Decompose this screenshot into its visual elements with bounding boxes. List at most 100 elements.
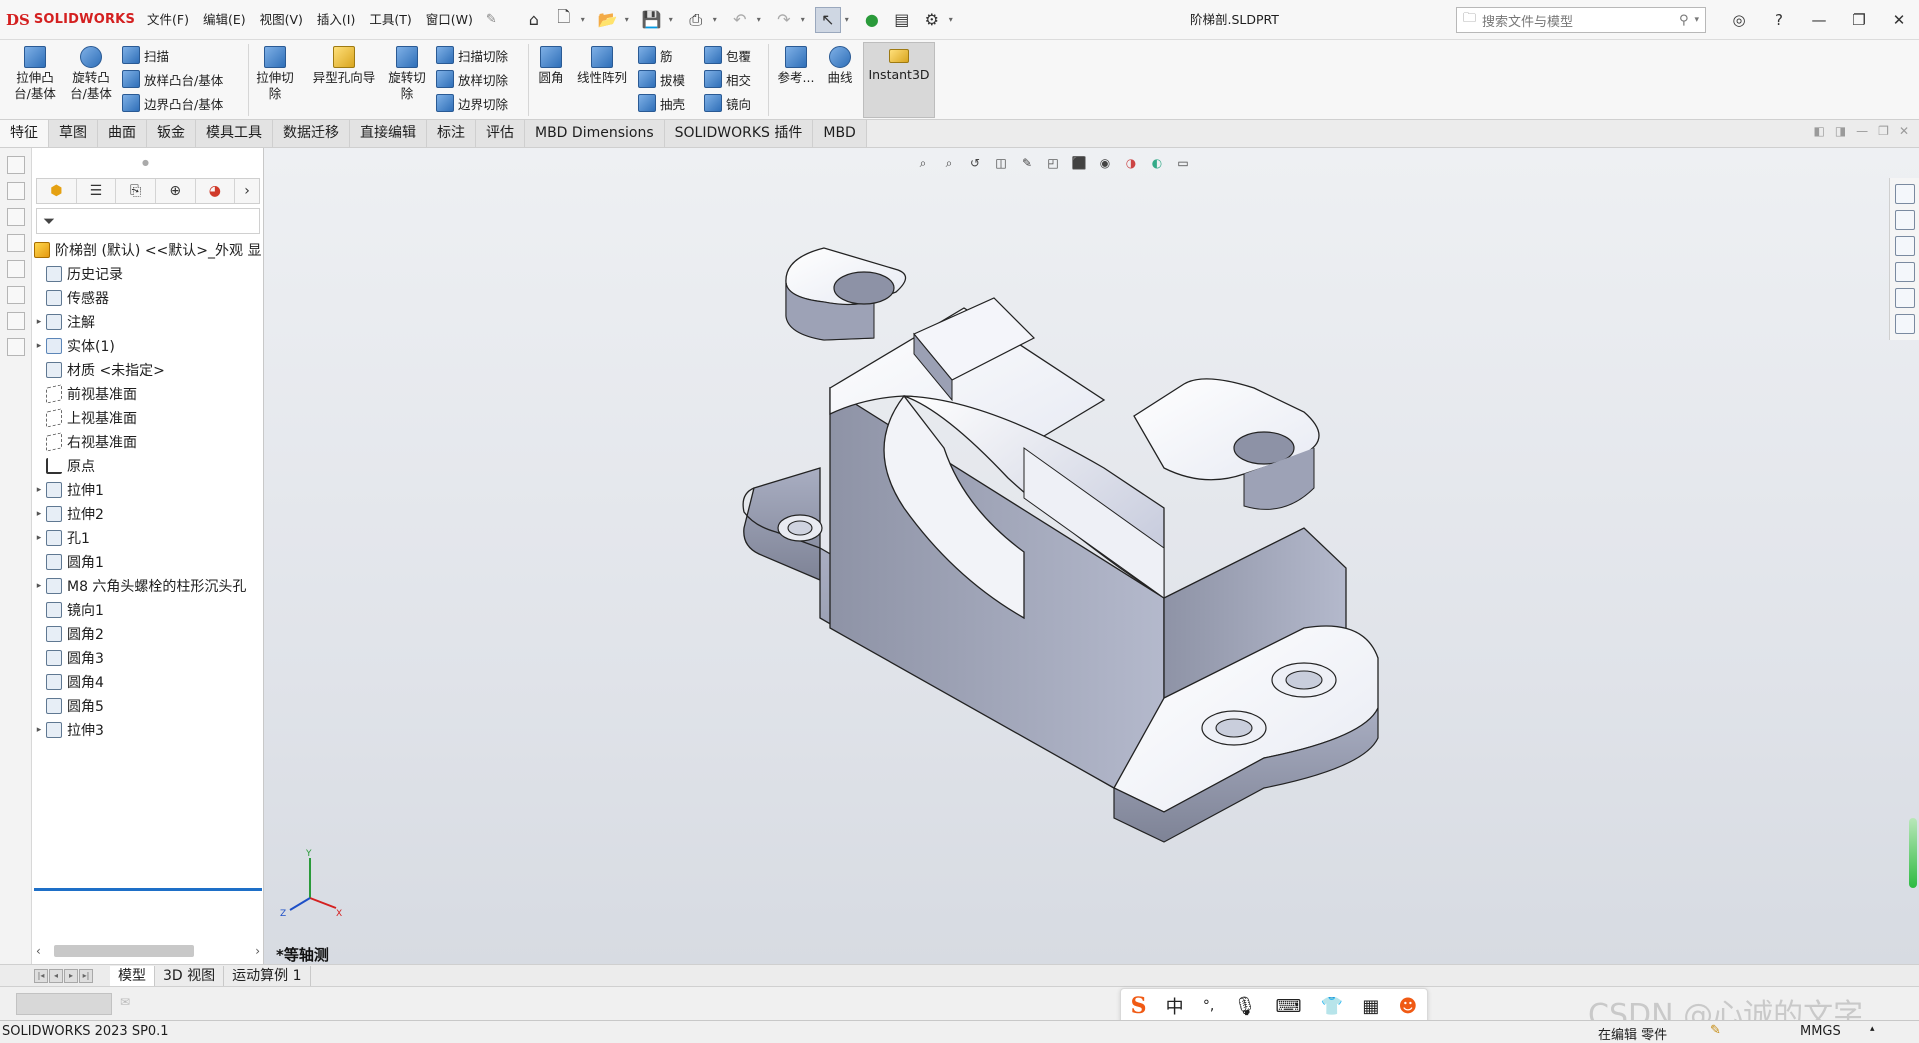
menu-window[interactable]: 窗口(W) — [419, 0, 480, 40]
ime-punctuation-toggle[interactable]: °, — [1203, 998, 1214, 1014]
tree-node[interactable]: ▸ 孔1 — [32, 526, 264, 550]
appearances-icon[interactable] — [1895, 288, 1915, 308]
view-palette-icon[interactable] — [1895, 262, 1915, 282]
tab-mbd[interactable]: MBD — [813, 120, 867, 147]
more-tabs-chevron-icon[interactable]: › — [235, 179, 259, 203]
lofted-cut-button[interactable]: 放样切除 — [436, 68, 508, 90]
tree-horizontal-scrollbar[interactable]: ‹ › — [36, 942, 260, 960]
tab-sketch[interactable]: 草图 — [49, 120, 98, 147]
reference-geometry-button[interactable]: 参考... — [774, 46, 818, 86]
microphone-icon[interactable]: 🎙 — [1234, 996, 1257, 1017]
solidworks-resources-icon[interactable] — [1895, 184, 1915, 204]
tile-right-icon[interactable]: ◨ — [1835, 124, 1846, 138]
intersect-button[interactable]: 相交 — [704, 68, 751, 90]
tree-node[interactable]: ▸ M8 六角头螺栓的柱形沉头孔 — [32, 574, 264, 598]
solidworks-logo[interactable]: DS SOLIDWORKS — [0, 11, 140, 29]
print-dropdown[interactable]: ▾ — [713, 15, 723, 24]
tab-evaluate[interactable]: 评估 — [476, 120, 525, 147]
redo-icon[interactable]: ↷ — [771, 7, 797, 33]
comment-icon[interactable]: ✉ — [120, 995, 130, 1009]
restore-icon[interactable]: ❐ — [1839, 11, 1879, 29]
open-dropdown[interactable]: ▾ — [625, 15, 635, 24]
sogou-logo[interactable]: S — [1131, 993, 1147, 1019]
expand-arrow-icon[interactable]: ▸ — [32, 725, 46, 735]
boundary-cut-button[interactable]: 边界切除 — [436, 92, 508, 114]
tree-node[interactable]: 圆角5 — [32, 694, 264, 718]
extrude-cut-button[interactable]: 拉伸切除 — [252, 46, 298, 102]
graphics-area[interactable]: ⌕ ⌕ ↺ ◫ ✎ ◰ ⬛ ◉ ◑ ◐ ▭ Y X Z *等轴测 — [264, 148, 1919, 964]
scroll-thumb[interactable] — [54, 945, 194, 957]
redo-dropdown[interactable]: ▾ — [801, 15, 811, 24]
design-library-icon[interactable] — [1895, 210, 1915, 230]
new-dropdown[interactable]: ▾ — [581, 15, 591, 24]
property-manager-tab-icon[interactable]: ☰ — [77, 179, 117, 203]
options-gear-icon[interactable]: ⚙ — [919, 7, 945, 33]
undo-icon[interactable]: ↶ — [727, 7, 753, 33]
traffic-light-icon[interactable]: ● — [859, 7, 885, 33]
tree-node[interactable]: ▸ 实体(1) — [32, 334, 264, 358]
draft-button[interactable]: 拔模 — [638, 68, 685, 90]
link-tool-icon[interactable] — [7, 338, 25, 356]
shell-button[interactable]: 抽壳 — [638, 92, 685, 114]
configuration-combo[interactable] — [16, 993, 112, 1015]
tree-node[interactable]: 材质 <未指定> — [32, 358, 264, 382]
expand-arrow-icon[interactable]: ▸ — [32, 341, 46, 351]
annotation-tool-icon[interactable] — [7, 156, 25, 174]
tab-sheet-metal[interactable]: 钣金 — [147, 120, 196, 147]
measure-tool-icon[interactable] — [7, 312, 25, 330]
menu-file[interactable]: 文件(F) — [140, 0, 196, 40]
file-explorer-icon[interactable] — [1895, 236, 1915, 256]
search-icon[interactable]: ⚲ — [1679, 13, 1689, 28]
tree-node[interactable]: ▸ 拉伸1 — [32, 478, 264, 502]
search-input[interactable]: 搜索文件与模型 — [1482, 11, 1673, 30]
open-icon[interactable]: 📂 — [595, 7, 621, 33]
skin-shirt-icon[interactable]: 👕 — [1321, 996, 1343, 1017]
coordinate-triad[interactable]: Y X Z — [278, 848, 348, 918]
minimize-icon[interactable]: — — [1799, 11, 1839, 29]
scroll-left-icon[interactable]: ‹ — [36, 944, 41, 958]
feature-filter-input[interactable]: ⏷ — [36, 208, 260, 234]
prev-tab-icon[interactable]: ◂ — [49, 968, 63, 983]
file-properties-icon[interactable]: ▤ — [889, 7, 915, 33]
tab-solidworks-addins[interactable]: SOLIDWORKS 插件 — [664, 120, 814, 147]
sketch-tool-icon[interactable] — [7, 182, 25, 200]
dimxpert-tab-icon[interactable]: ⊕ — [156, 179, 196, 203]
text-tool-icon[interactable] — [7, 208, 25, 226]
tree-node[interactable]: 前视基准面 — [32, 382, 264, 406]
rollback-bar[interactable] — [34, 888, 262, 891]
menu-tools[interactable]: 工具(T) — [362, 0, 418, 40]
tile-left-icon[interactable]: ◧ — [1813, 124, 1824, 138]
search-dropdown-icon[interactable]: ▾ — [1694, 15, 1699, 25]
feature-manager-tab-icon[interactable]: ⬢ — [37, 179, 77, 203]
tree-node[interactable]: ▸ 注解 — [32, 310, 264, 334]
tree-node[interactable]: 右视基准面 — [32, 430, 264, 454]
menu-view[interactable]: 视图(V) — [253, 0, 310, 40]
tab-data-migration[interactable]: 数据迁移 — [273, 120, 350, 147]
hole-wizard-button[interactable]: 异型孔向导 — [304, 46, 384, 86]
expand-arrow-icon[interactable]: ▸ — [32, 581, 46, 591]
tree-node[interactable]: 圆角3 — [32, 646, 264, 670]
revolve-cut-button[interactable]: 旋转切除 — [384, 46, 430, 102]
options-dropdown[interactable]: ▾ — [949, 15, 959, 24]
extrude-boss-button[interactable]: 拉伸凸台/基体 — [8, 46, 62, 102]
revolve-boss-button[interactable]: 旋转凸台/基体 — [64, 46, 118, 102]
layer-tool-icon[interactable] — [7, 286, 25, 304]
new-document-icon[interactable]: 🗋 — [551, 7, 577, 33]
doc-minimize-icon[interactable]: — — [1856, 124, 1868, 138]
loft-boss-button[interactable]: 放样凸台/基体 — [122, 68, 223, 90]
scroll-right-icon[interactable]: › — [255, 944, 260, 958]
tree-node[interactable]: 原点 — [32, 454, 264, 478]
wrap-button[interactable]: 包覆 — [704, 44, 751, 66]
swept-cut-button[interactable]: 扫描切除 — [436, 44, 508, 66]
save-icon[interactable]: 💾 — [639, 7, 665, 33]
tree-node[interactable]: ▸ 拉伸2 — [32, 502, 264, 526]
undo-dropdown[interactable]: ▾ — [757, 15, 767, 24]
expand-arrow-icon[interactable]: ▸ — [32, 485, 46, 495]
search-box[interactable]: 🗀 搜索文件与模型 ⚲ ▾ — [1456, 7, 1706, 33]
tree-node[interactable]: 圆角4 — [32, 670, 264, 694]
print-icon[interactable]: ⎙ — [683, 7, 709, 33]
units-system[interactable]: MMGS — [1800, 1024, 1841, 1039]
select-pointer-icon[interactable]: ↖ — [814, 6, 841, 33]
linear-pattern-button[interactable]: 线性阵列 — [572, 46, 632, 86]
display-manager-tab-icon[interactable]: ◕ — [196, 179, 236, 203]
